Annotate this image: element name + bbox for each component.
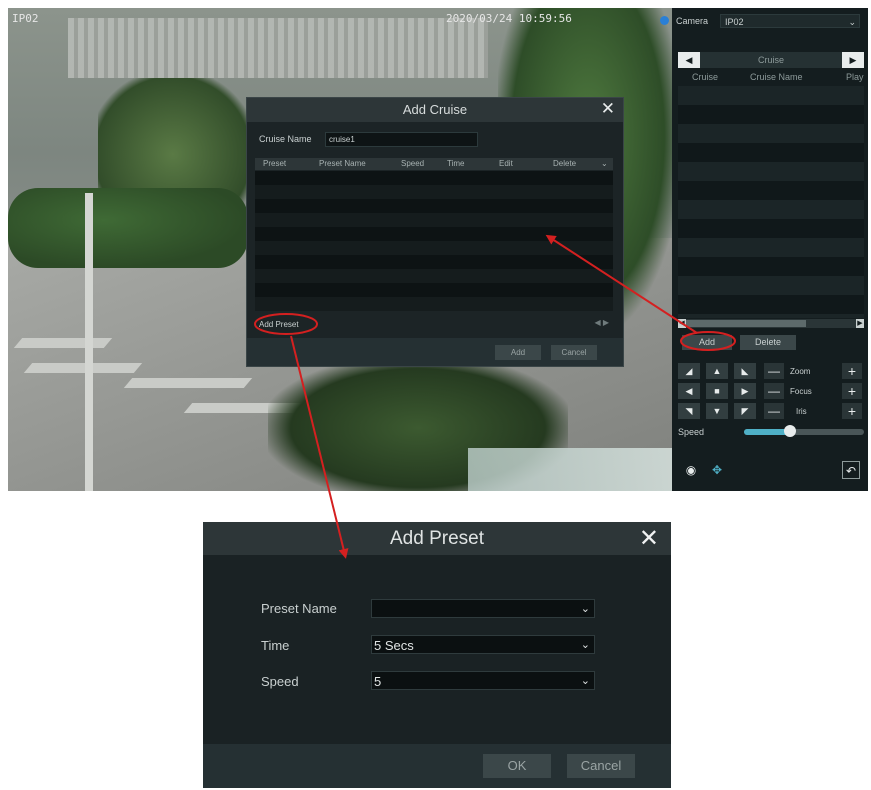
- delete-cruise-button[interactable]: Delete: [740, 335, 796, 350]
- add-button[interactable]: Add: [495, 345, 541, 360]
- close-icon[interactable]: ✕: [639, 522, 659, 555]
- cruise-name-input[interactable]: cruise1: [325, 132, 478, 147]
- chevron-down-icon: ⌄: [580, 639, 590, 651]
- focus-label: Focus: [790, 387, 812, 396]
- zoom-label: Zoom: [790, 367, 811, 376]
- iris-close-icon[interactable]: —: [764, 403, 784, 419]
- time-select[interactable]: 5 Secs ⌄: [371, 635, 595, 654]
- ok-button[interactable]: OK: [483, 754, 551, 778]
- preset-name-label: Preset Name: [261, 601, 337, 616]
- close-icon[interactable]: ✕: [601, 99, 615, 119]
- cruise-table-body[interactable]: [678, 86, 864, 318]
- cruise-tab-bar: ◀ Cruise ▶: [678, 52, 864, 68]
- time-value: 5 Secs: [374, 638, 414, 653]
- column-header: Speed: [401, 159, 425, 168]
- speed-slider-knob[interactable]: [783, 425, 796, 437]
- road-marking: [13, 338, 113, 348]
- preset-name-select[interactable]: ⌄: [371, 599, 595, 618]
- timestamp-osd: 2020/03/24 10:59:56: [446, 12, 572, 25]
- glass-roof-scene: [468, 448, 672, 491]
- dialog-title: Add Cruise: [247, 98, 623, 122]
- move-icon[interactable]: ✥: [708, 461, 726, 479]
- dialog-title: Add Preset: [203, 522, 671, 555]
- road-marking: [23, 363, 143, 373]
- camera-label: Camera: [676, 16, 709, 26]
- scroll-right-icon[interactable]: ▶: [856, 319, 864, 328]
- ptz-center-icon[interactable]: ■: [706, 383, 728, 399]
- focus-in-icon[interactable]: +: [842, 383, 862, 399]
- settings-icon[interactable]: ◉: [682, 461, 700, 479]
- focus-out-icon[interactable]: —: [764, 383, 784, 399]
- time-label: Time: [261, 638, 290, 653]
- speed-label: Speed: [261, 674, 299, 689]
- iris-label: Iris: [796, 407, 807, 416]
- scrollbar-thumb[interactable]: [686, 320, 806, 327]
- dialog-footer: Add Cancel: [247, 338, 623, 366]
- cruise-tab-title: Cruise: [757, 55, 784, 65]
- column-header: Time: [447, 159, 465, 168]
- horizontal-scrollbar[interactable]: ◀ ▶: [678, 319, 864, 328]
- chevron-down-icon: ⌄: [848, 17, 856, 27]
- return-icon[interactable]: ↶: [842, 461, 860, 479]
- camera-osd-label: IP02: [12, 12, 39, 25]
- speed-slider-fill: [744, 429, 790, 435]
- dialog-footer: OK Cancel: [203, 744, 671, 788]
- ptz-down-right-icon[interactable]: ◤: [734, 403, 756, 419]
- speed-value: 5: [374, 674, 382, 689]
- zoom-in-icon[interactable]: +: [842, 363, 862, 379]
- column-header: Delete: [553, 159, 577, 168]
- ptz-control-panel: Camera IP02 ⌄ ◀ Cruise ▶ Cruise Cruise N…: [672, 8, 868, 491]
- column-header: Edit: [499, 159, 513, 168]
- add-preset-dialog: Add Preset ✕ Preset Name ⌄ Time 5 Secs ⌄…: [203, 522, 671, 788]
- zoom-out-icon[interactable]: —: [764, 363, 784, 379]
- ptz-up-left-icon[interactable]: ◢: [678, 363, 700, 379]
- status-dot-icon: [660, 16, 669, 25]
- scroll-left-icon[interactable]: ◀: [678, 319, 686, 328]
- speed-label: Speed: [678, 427, 705, 437]
- speed-select[interactable]: 5 ⌄: [371, 671, 595, 690]
- column-header: Preset Name: [319, 159, 366, 168]
- preset-table-body[interactable]: [255, 171, 613, 311]
- ptz-right-icon[interactable]: ▶: [734, 383, 756, 399]
- cruise-name-label: Cruise Name: [259, 134, 312, 144]
- camera-select[interactable]: IP02 ⌄: [720, 14, 860, 28]
- ptz-down-icon[interactable]: ▼: [706, 403, 728, 419]
- cruise-table-header: Cruise Cruise Name Play: [678, 72, 864, 84]
- hedge-scene: [8, 188, 248, 268]
- road-marking: [123, 378, 253, 388]
- add-cruise-button[interactable]: Add: [682, 335, 732, 350]
- lamp-pole-scene: [85, 193, 93, 491]
- pager-arrows-icon[interactable]: ◀ ▶: [594, 318, 609, 327]
- ptz-up-right-icon[interactable]: ◣: [734, 363, 756, 379]
- camera-select-value: IP02: [725, 17, 744, 27]
- speed-slider[interactable]: [744, 425, 864, 437]
- chevron-down-icon[interactable]: ⌄: [601, 159, 608, 168]
- column-header: Preset: [263, 159, 287, 168]
- arrow-right-icon[interactable]: ▶: [842, 52, 864, 68]
- ptz-left-icon[interactable]: ◀: [678, 383, 700, 399]
- cancel-button[interactable]: Cancel: [567, 754, 635, 778]
- preset-table-header: Preset Preset Name Speed Time Edit Delet…: [255, 158, 613, 170]
- ptz-up-icon[interactable]: ▲: [706, 363, 728, 379]
- column-header: Play: [846, 72, 864, 82]
- iris-open-icon[interactable]: +: [842, 403, 862, 419]
- fence-scene: [68, 18, 488, 78]
- column-header: Cruise Name: [750, 72, 803, 82]
- chevron-down-icon: ⌄: [580, 603, 590, 615]
- cancel-button[interactable]: Cancel: [551, 345, 597, 360]
- add-cruise-dialog: Add Cruise ✕ Cruise Name cruise1 Preset …: [246, 97, 624, 367]
- chevron-down-icon: ⌄: [580, 675, 590, 687]
- add-preset-button[interactable]: Add Preset: [259, 318, 299, 331]
- ptz-down-left-icon[interactable]: ◥: [678, 403, 700, 419]
- column-header: Cruise: [692, 72, 719, 82]
